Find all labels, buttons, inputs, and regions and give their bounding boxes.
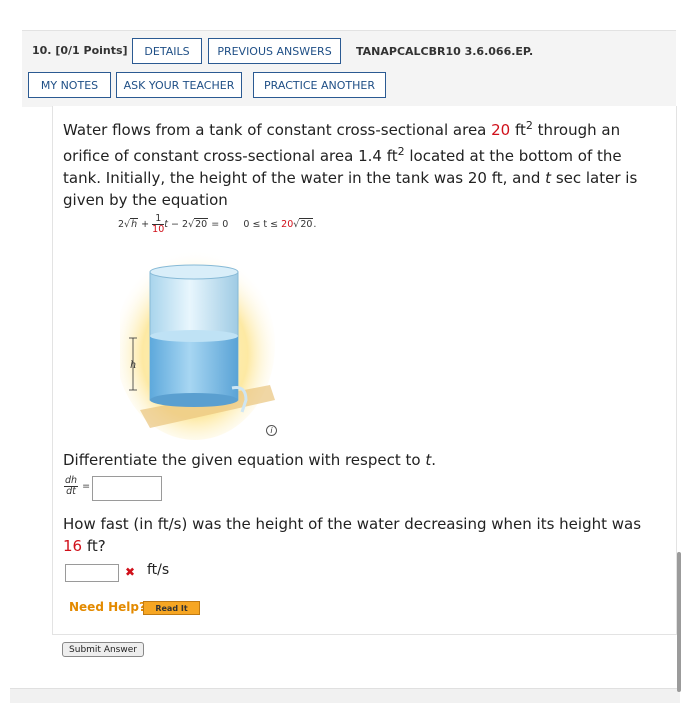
eq-range-value: 20	[281, 219, 294, 230]
derivative-answer-input[interactable]	[92, 476, 162, 501]
info-icon-glyph: i	[270, 426, 273, 435]
problem-statement: Water flows from a tank of constant cros…	[63, 115, 673, 211]
footer-bar	[10, 688, 680, 703]
scrollbar[interactable]	[677, 552, 681, 692]
part2-text: How fast (in ft/s) was the height of the…	[63, 515, 642, 533]
practice-another-button[interactable]: PRACTICE ANOTHER	[253, 72, 386, 98]
problem-text: Water flows from a tank of constant cros…	[63, 121, 492, 139]
problem-text: orifice of constant cross-sectional area…	[63, 147, 398, 165]
problem-text: located at the bottom of the	[404, 147, 622, 165]
question-number-label: 10. [0/1 Points]	[32, 44, 128, 57]
problem-text: sec later is	[551, 169, 638, 187]
problem-code: TANAPCALCBR10 3.6.066.EP.	[356, 45, 534, 58]
info-icon[interactable]: i	[266, 425, 277, 436]
eq-term: .	[313, 219, 317, 230]
my-notes-button[interactable]: MY NOTES	[28, 72, 111, 98]
ask-your-teacher-button[interactable]: ASK YOUR TEACHER	[116, 72, 242, 98]
eq-sqrt-20: 20	[194, 218, 209, 230]
points-label: [0/1 Points]	[55, 44, 128, 57]
height-value: 16	[63, 537, 83, 555]
problem-line-2: orifice of constant cross-sectional area…	[63, 141, 673, 167]
read-it-button[interactable]: Read It	[143, 601, 200, 615]
eq-variable-h: h	[131, 219, 138, 230]
incorrect-icon: ✖	[125, 565, 136, 579]
eq-term: − 2	[171, 219, 189, 230]
part2-prompt: How fast (in ft/s) was the height of the…	[63, 513, 673, 557]
details-button[interactable]: DETAILS	[132, 38, 202, 64]
height-label: h	[130, 360, 136, 371]
problem-line-4: given by the equation	[63, 191, 228, 209]
eq-term: 2	[118, 219, 125, 230]
equals-sign: =	[82, 481, 91, 492]
problem-text: tank. Initially, the height of the water…	[63, 169, 546, 187]
problem-line-3: tank. Initially, the height of the water…	[63, 167, 673, 189]
problem-line-1: Water flows from a tank of constant cros…	[63, 115, 673, 141]
problem-text: ft	[510, 121, 526, 139]
part1-text: .	[431, 451, 436, 469]
submit-answer-button[interactable]: Submit Answer	[62, 642, 144, 657]
part2-text: ft?	[82, 537, 106, 555]
eq-denominator: 10	[152, 224, 165, 235]
tank-figure: h	[120, 250, 275, 440]
eq-range-sqrt: 20	[299, 218, 314, 230]
eq-fraction: 1 10	[152, 214, 165, 235]
eq-term: +	[141, 219, 150, 230]
derivative-denominator: dt	[66, 486, 76, 497]
part1-prompt: Differentiate the given equation with re…	[63, 449, 436, 471]
exponent: 2	[525, 119, 533, 132]
question-number: 10.	[32, 44, 52, 57]
eq-term: = 0	[211, 219, 229, 230]
part1-text: Differentiate the given equation with re…	[63, 451, 426, 469]
rate-answer-input[interactable]	[65, 564, 119, 582]
eq-variable-t: t	[164, 219, 168, 230]
area-value: 20	[491, 121, 511, 139]
rate-unit: ft/s	[147, 562, 170, 578]
derivative-label: dh dt =	[64, 476, 90, 497]
question-header: 10. [0/1 Points] DETAILS PREVIOUS ANSWER…	[22, 30, 676, 107]
exponent: 2	[397, 145, 405, 158]
given-equation: 2√h + 1 10t − 2√20 = 0 0 ≤ t ≤ 20√20.	[118, 213, 317, 235]
problem-text: through an	[532, 121, 621, 139]
eq-range: 0 ≤ t ≤	[243, 219, 282, 230]
previous-answers-button[interactable]: PREVIOUS ANSWERS	[208, 38, 341, 64]
need-help-label: Need Help?	[69, 600, 146, 614]
